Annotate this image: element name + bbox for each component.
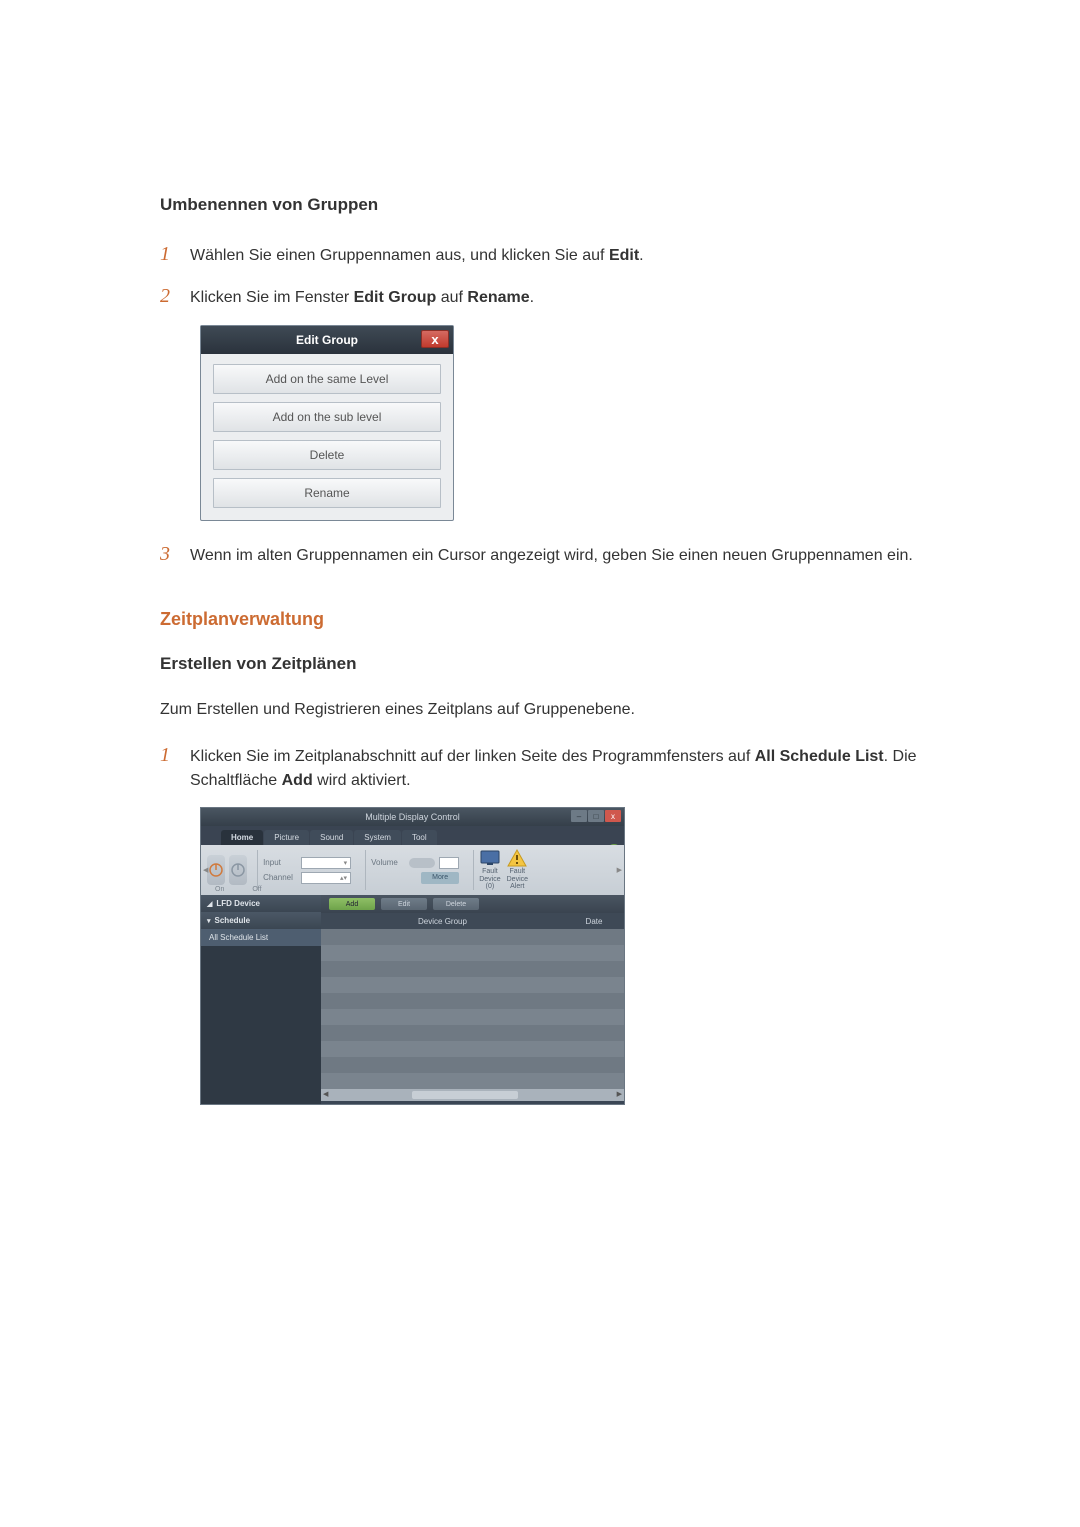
ribbon-right-arrow-icon[interactable]: ▶ xyxy=(617,866,622,874)
add-same-level-button[interactable]: Add on the same Level xyxy=(213,364,441,394)
collapse-icon: ◢ xyxy=(207,900,212,908)
sidebar-lfd-header[interactable]: ◢ LFD Device xyxy=(201,895,321,912)
expand-icon: ▾ xyxy=(207,917,211,925)
step-text: Wählen Sie einen Gruppennamen aus, und k… xyxy=(190,244,920,268)
tab-tool[interactable]: Tool xyxy=(402,830,437,845)
col-device-group: Device Group xyxy=(321,917,564,926)
sidebar-item-all-schedule[interactable]: All Schedule List xyxy=(201,929,321,946)
mdc-sidebar: ◢ LFD Device ▾ Schedule All Schedule List xyxy=(201,895,321,1104)
mdc-title: Multiple Display Control xyxy=(365,812,460,822)
step-text: Klicken Sie im Fenster Edit Group auf Re… xyxy=(190,286,920,310)
tab-picture[interactable]: Picture xyxy=(264,830,309,845)
edit-group-title-text: Edit Group xyxy=(296,333,358,347)
create-schedules-intro: Zum Erstellen und Registrieren eines Zei… xyxy=(160,698,920,722)
tab-home[interactable]: Home xyxy=(221,830,263,845)
text: Wählen Sie einen Gruppennamen aus, und k… xyxy=(190,247,609,264)
bold-text: Add xyxy=(282,772,313,789)
bold-text: Edit xyxy=(609,247,639,264)
edit-button[interactable]: Edit xyxy=(381,898,427,910)
maximize-icon[interactable]: □ xyxy=(588,810,604,822)
channel-stepper[interactable]: ▴▾ xyxy=(301,872,351,884)
mdc-window: Multiple Display Control – □ x ? Home Pi… xyxy=(200,807,625,1105)
bold-text: Rename xyxy=(467,289,529,306)
scroll-right-icon[interactable]: ▶ xyxy=(617,1090,622,1098)
power-on-icon[interactable] xyxy=(207,855,225,885)
window-controls: – □ x xyxy=(571,810,621,822)
fault-device-label: Fault Device (0) xyxy=(479,868,500,891)
rename-button[interactable]: Rename xyxy=(213,478,441,508)
minimize-icon[interactable]: – xyxy=(571,810,587,822)
bold-text: All Schedule List xyxy=(755,748,884,765)
close-icon[interactable]: x xyxy=(421,330,449,348)
fault-alert-icon[interactable] xyxy=(507,849,527,867)
volume-label: Volume xyxy=(371,858,405,867)
text: auf xyxy=(436,289,467,306)
create-schedules-heading: Erstellen von Zeitplänen xyxy=(160,654,920,674)
on-label: On xyxy=(215,886,224,893)
text: . xyxy=(639,247,643,264)
text: . xyxy=(530,289,534,306)
volume-slider[interactable] xyxy=(409,858,435,868)
sidebar-label: LFD Device xyxy=(216,899,260,908)
step-number: 1 xyxy=(160,239,190,269)
scrollbar-thumb[interactable] xyxy=(412,1091,518,1099)
horizontal-scrollbar[interactable]: ◀ ▶ xyxy=(321,1089,624,1101)
more-button[interactable]: More xyxy=(421,872,459,884)
delete-button[interactable]: Delete xyxy=(433,898,479,910)
rename-groups-heading: Umbenennen von Gruppen xyxy=(160,195,920,215)
delete-button[interactable]: Delete xyxy=(213,440,441,470)
sidebar-schedule-header[interactable]: ▾ Schedule xyxy=(201,912,321,929)
channel-label: Channel xyxy=(263,873,297,882)
rename-steps-list: 1 Wählen Sie einen Gruppennamen aus, und… xyxy=(160,239,920,311)
grid-body xyxy=(321,929,624,1089)
add-sub-level-button[interactable]: Add on the sub level xyxy=(213,402,441,432)
edit-group-titlebar: Edit Group x xyxy=(201,326,453,354)
mdc-tabs: Home Picture Sound System Tool xyxy=(201,826,624,845)
add-button[interactable]: Add xyxy=(329,898,375,910)
col-date: Date xyxy=(564,917,624,926)
off-label: Off xyxy=(252,886,261,893)
sidebar-label: Schedule xyxy=(215,916,251,925)
volume-value[interactable] xyxy=(439,857,459,869)
input-label: Input xyxy=(263,858,297,867)
text: Klicken Sie im Zeitplanabschnitt auf der… xyxy=(190,748,755,765)
grid-header: Device Group Date xyxy=(321,913,624,929)
mdc-ribbon: ◀ On Off Input ▾ Channel ▴▾ Volume xyxy=(201,845,624,895)
tab-system[interactable]: System xyxy=(354,830,401,845)
action-row: Add Edit Delete xyxy=(321,895,624,913)
edit-group-body: Add on the same Level Add on the sub lev… xyxy=(201,354,453,520)
mdc-titlebar: Multiple Display Control – □ x xyxy=(201,808,624,826)
step-number: 1 xyxy=(160,740,190,770)
input-dropdown[interactable]: ▾ xyxy=(301,857,351,869)
fault-device-icon[interactable] xyxy=(480,849,500,867)
scroll-left-icon[interactable]: ◀ xyxy=(323,1090,328,1098)
create-schedule-steps: 1 Klicken Sie im Zeitplanabschnitt auf d… xyxy=(160,740,920,793)
tab-sound[interactable]: Sound xyxy=(310,830,353,845)
rename-steps-list-cont: 3 Wenn im alten Gruppennamen ein Cursor … xyxy=(160,539,920,569)
step-number: 3 xyxy=(160,539,190,569)
power-off-icon[interactable] xyxy=(229,855,247,885)
schedule-management-heading: Zeitplanverwaltung xyxy=(160,609,920,630)
step-number: 2 xyxy=(160,281,190,311)
edit-group-dialog: Edit Group x Add on the same Level Add o… xyxy=(200,325,454,521)
fault-alert-label: Fault Device Alert xyxy=(507,868,528,891)
text: wird aktiviert. xyxy=(313,772,411,789)
step-text: Wenn im alten Gruppennamen ein Cursor an… xyxy=(190,544,920,568)
bold-text: Edit Group xyxy=(354,289,437,306)
close-icon[interactable]: x xyxy=(605,810,621,822)
text: Klicken Sie im Fenster xyxy=(190,289,354,306)
step-text: Klicken Sie im Zeitplanabschnitt auf der… xyxy=(190,745,920,793)
ribbon-left-arrow-icon[interactable]: ◀ xyxy=(203,866,208,874)
